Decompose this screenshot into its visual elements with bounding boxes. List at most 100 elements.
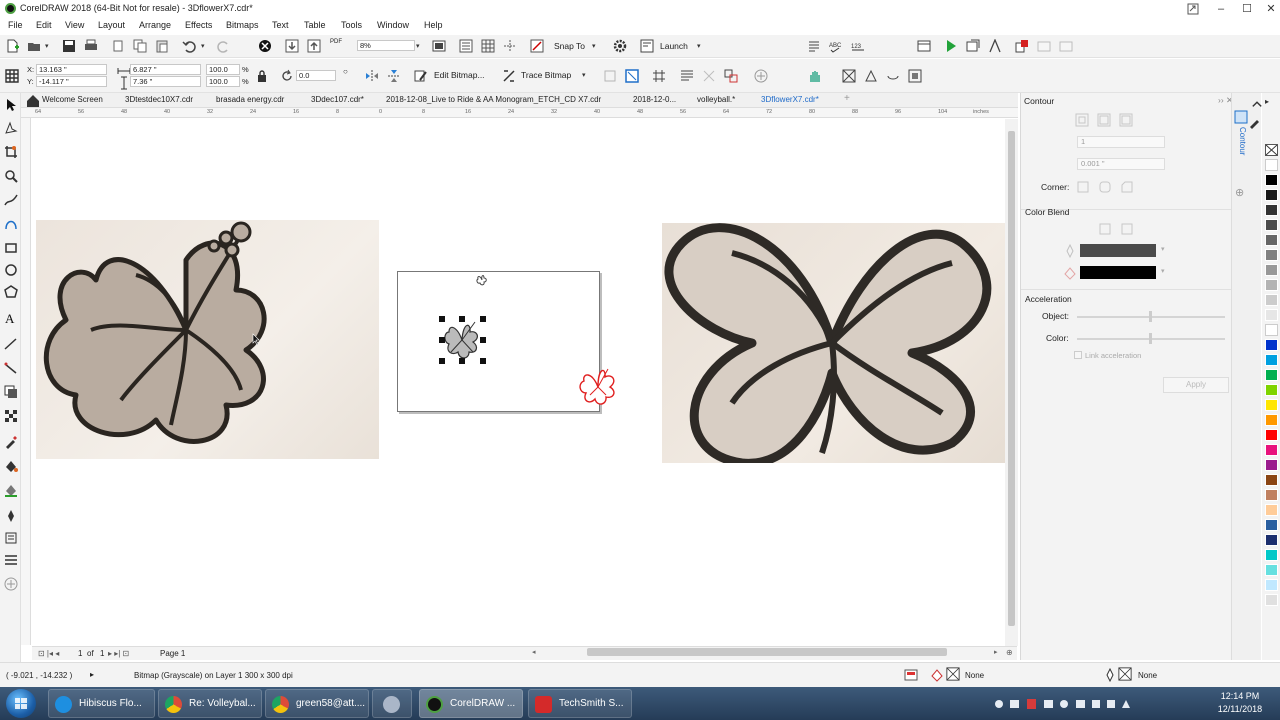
smart-fill-tool-icon[interactable] — [4, 483, 18, 497]
home-icon[interactable] — [26, 94, 39, 107]
tab-brasada-energy[interactable]: brasada energy.cdr — [216, 95, 284, 104]
cut-icon[interactable] — [111, 39, 125, 53]
view-icon[interactable] — [886, 69, 900, 83]
macro-record-icon[interactable] — [966, 39, 980, 53]
outline-pen-tool-icon[interactable] — [4, 509, 18, 523]
to-center-icon[interactable] — [1075, 113, 1089, 127]
pick-tool-icon[interactable] — [4, 98, 18, 112]
drop-shadow-tool-icon[interactable] — [4, 385, 18, 399]
bezier-tool-icon[interactable] — [4, 217, 18, 231]
edit-bitmap-icon[interactable] — [414, 69, 428, 83]
contour-side-tab[interactable]: Contour — [1233, 127, 1247, 183]
numbering-icon[interactable]: 123 — [851, 39, 865, 53]
tab-2018-12-0[interactable]: 2018-12-0... — [633, 95, 676, 104]
inside-contour-icon[interactable] — [1097, 113, 1111, 127]
print-icon[interactable] — [84, 39, 98, 53]
palette-swatch[interactable] — [1265, 594, 1278, 606]
contour-offset-field[interactable]: 0.001 " — [1077, 158, 1165, 170]
text-tool-icon[interactable]: A — [4, 311, 18, 326]
palette-swatch[interactable] — [1265, 204, 1278, 216]
interactive-fill-tool-icon[interactable] — [4, 459, 18, 473]
macro-stop-icon[interactable] — [1015, 39, 1029, 53]
x-position-field[interactable]: 13.163 " — [36, 64, 107, 75]
tab-welcome-screen[interactable]: Welcome Screen — [42, 95, 103, 104]
menu-window[interactable]: Window — [377, 20, 409, 30]
linear-blend-icon[interactable] — [1098, 222, 1112, 236]
selection-handle[interactable] — [439, 316, 445, 322]
selection-handle[interactable] — [439, 358, 445, 364]
zoom-dropdown-icon[interactable]: ▾ — [416, 42, 420, 50]
import-icon[interactable] — [285, 39, 299, 53]
start-button[interactable] — [6, 689, 36, 718]
palette-swatch[interactable] — [1265, 264, 1278, 276]
trace-bitmap-button[interactable]: Trace Bitmap — [521, 70, 571, 80]
status-arrow-icon[interactable]: ▸ — [90, 670, 94, 679]
palette-swatch[interactable] — [1265, 564, 1278, 576]
link-acceleration-checkbox[interactable] — [1074, 351, 1082, 359]
object-manager-icon[interactable] — [917, 39, 931, 53]
width-field[interactable]: 6.827 " — [130, 64, 201, 75]
tab-volleyball[interactable]: volleyball.* — [697, 95, 735, 104]
show-rulers-icon[interactable] — [459, 39, 473, 53]
menu-edit[interactable]: Edit — [36, 20, 52, 30]
snap-to-dropdown-icon[interactable]: ▾ — [592, 42, 596, 50]
menu-effects[interactable]: Effects — [185, 20, 212, 30]
link-icon[interactable] — [724, 69, 738, 83]
crop-bitmap-icon[interactable] — [603, 69, 617, 83]
parallel-dimension-tool-icon[interactable] — [4, 337, 18, 351]
zoom-tool-icon[interactable] — [4, 169, 18, 183]
palette-swatch[interactable] — [1265, 459, 1278, 471]
page-tab-1[interactable]: Page 1 — [160, 649, 185, 658]
scale-height-field[interactable]: 100.0 — [206, 76, 240, 87]
palette-swatch[interactable] — [1265, 414, 1278, 426]
scale-page-icon[interactable] — [864, 69, 878, 83]
menu-layout[interactable]: Layout — [98, 20, 125, 30]
fit-to-page-icon[interactable] — [842, 69, 856, 83]
y-position-field[interactable]: -14.117 " — [36, 76, 107, 87]
object-origin-icon[interactable] — [5, 69, 19, 83]
selected-grayscale-bitmap[interactable] — [439, 316, 486, 364]
menu-text[interactable]: Text — [272, 20, 289, 30]
vertical-ruler[interactable] — [21, 118, 31, 645]
add-property-plus-icon[interactable] — [754, 69, 768, 83]
trace-bitmap-dropdown-icon[interactable]: ▾ — [582, 71, 586, 79]
eyedropper-tool-icon[interactable] — [4, 435, 18, 449]
selection-handle[interactable] — [480, 316, 486, 322]
show-guidelines-icon[interactable] — [503, 39, 517, 53]
undo-dropdown-icon[interactable]: ▾ — [201, 42, 205, 50]
add-docker-plus-icon[interactable]: ⊕ — [1235, 186, 1244, 199]
hibiscus-carving-bitmap-left[interactable] — [36, 220, 379, 459]
rotation-angle-field[interactable]: 0.0 — [296, 70, 336, 81]
freehand-tool-icon[interactable] — [4, 193, 18, 207]
hand-icon[interactable] — [808, 69, 822, 83]
outline-color-dropdown-icon[interactable]: ▾ — [1161, 245, 1165, 253]
menu-help[interactable]: Help — [424, 20, 443, 30]
rectangle-tool-icon[interactable] — [4, 241, 18, 255]
palette-swatch[interactable] — [1265, 474, 1278, 486]
corner-round-icon[interactable] — [1098, 180, 1112, 194]
crop-tool-icon[interactable] — [4, 145, 18, 159]
taskbar-chrome-email[interactable]: green58@att.... — [265, 689, 369, 718]
horizontal-scroll-thumb[interactable] — [587, 648, 947, 656]
macro-pause-icon[interactable] — [1037, 39, 1051, 53]
palette-swatch[interactable] — [1265, 399, 1278, 411]
selection-handle[interactable] — [459, 316, 465, 322]
palette-swatch[interactable] — [1265, 219, 1278, 231]
arrange-disabled-icon[interactable] — [702, 69, 716, 83]
export-icon[interactable] — [307, 39, 321, 53]
page-next-icon[interactable]: ▸ ▸| ⊡ — [108, 649, 129, 658]
undo-icon[interactable] — [182, 39, 196, 53]
drawing-canvas[interactable] — [32, 119, 1005, 644]
no-color-swatch[interactable] — [1265, 144, 1278, 156]
connector-tool-icon[interactable] — [4, 361, 18, 375]
palette-swatch[interactable] — [1265, 369, 1278, 381]
text-properties-icon[interactable] — [807, 39, 821, 53]
selection-handle[interactable] — [480, 358, 486, 364]
horizontal-ruler[interactable]: 64 56 48 40 32 24 16 8 0 8 16 24 32 40 4… — [21, 108, 1018, 118]
align-distribute-icon[interactable] — [4, 553, 18, 567]
corner-bevel-icon[interactable] — [1120, 180, 1134, 194]
color-proof-icon[interactable] — [904, 668, 918, 682]
menu-arrange[interactable]: Arrange — [139, 20, 171, 30]
bitmap-color-mask-icon[interactable] — [652, 69, 666, 83]
fill-indicator-icon[interactable] — [930, 668, 944, 682]
